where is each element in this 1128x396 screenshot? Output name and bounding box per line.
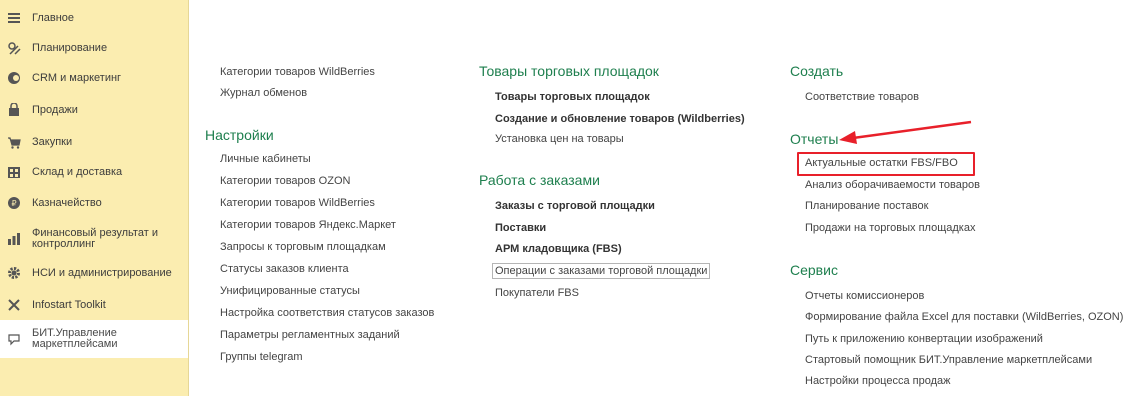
link-marketplace-requests[interactable]: Запросы к торговым площадкам <box>220 241 386 253</box>
section-title-create: Создать <box>790 63 844 79</box>
sidebar-item-purchases[interactable]: Закупки <box>0 127 188 157</box>
sidebar-item-bit-marketplaces[interactable]: БИТ.Управление маркетплейсами <box>0 320 188 358</box>
section-title-reports: Отчеты <box>790 131 839 147</box>
link-marketplace-goods[interactable]: Товары торговых площадок <box>495 91 650 103</box>
link-supply-planning[interactable]: Планирование поставок <box>805 200 928 212</box>
sidebar-item-label: Казначейство <box>32 196 102 209</box>
sidebar-item-label: НСИ и администрирование <box>32 266 172 279</box>
marketplace-icon <box>6 331 22 347</box>
link-image-converter-path[interactable]: Путь к приложению конвертации изображени… <box>805 333 1043 345</box>
section-title-service: Сервис <box>790 262 838 278</box>
tools-icon <box>6 297 22 313</box>
sidebar-item-label: CRM и маркетинг <box>32 71 122 84</box>
shopping-bag-icon <box>6 102 22 118</box>
sidebar-item-warehouse[interactable]: Склад и доставка <box>0 157 188 187</box>
money-icon: ₽ <box>6 195 22 211</box>
link-current-stock-fbs-fbo[interactable]: Актуальные остатки FBS/FBO <box>805 157 958 169</box>
sidebar-item-crm[interactable]: CRM и маркетинг <box>0 63 188 93</box>
cart-icon <box>6 134 22 150</box>
link-status-mapping[interactable]: Настройка соответствия статусов заказов <box>220 307 434 319</box>
red-arrow-annotation <box>839 120 972 144</box>
sidebar-item-label: Главное <box>32 11 75 24</box>
sidebar-item-infostart[interactable]: Infostart Toolkit <box>0 290 188 320</box>
link-client-order-statuses[interactable]: Статусы заказов клиента <box>220 263 349 275</box>
section-title-goods: Товары торговых площадок <box>479 63 659 79</box>
sidebar-item-sales[interactable]: Продажи <box>0 95 188 125</box>
link-unified-statuses[interactable]: Унифицированные статусы <box>220 285 360 297</box>
link-set-prices[interactable]: Установка цен на товары <box>495 133 624 145</box>
link-scheduled-jobs[interactable]: Параметры регламентных заданий <box>220 329 400 341</box>
link-start-assistant[interactable]: Стартовый помощник БИТ.Управление маркет… <box>805 354 1092 366</box>
link-order-operations[interactable]: Операции с заказами торговой площадки <box>492 263 711 279</box>
planning-icon <box>6 40 22 56</box>
sidebar-item-label: Закупки <box>32 135 73 148</box>
sidebar-item-label: Склад и доставка <box>32 165 123 178</box>
sidebar-item-planning[interactable]: Планирование <box>0 33 188 63</box>
section-title-settings: Настройки <box>205 127 274 143</box>
link-telegram-groups[interactable]: Группы telegram <box>220 351 303 363</box>
sidebar: Главное Планирование CRM и маркетинг Про… <box>0 0 189 396</box>
link-commission-reports[interactable]: Отчеты комиссионеров <box>805 290 924 302</box>
svg-text:₽: ₽ <box>11 199 16 208</box>
crm-icon <box>6 70 22 86</box>
menu-lines-icon <box>6 10 22 26</box>
sidebar-item-admin[interactable]: НСИ и администрирование <box>0 258 188 288</box>
link-yandex-categories[interactable]: Категории товаров Яндекс.Маркет <box>220 219 396 231</box>
link-sales-process-settings[interactable]: Настройки процесса продаж <box>805 375 951 387</box>
sidebar-item-label: Infostart Toolkit <box>32 298 106 311</box>
link-create-update-goods[interactable]: Создание и обновление товаров (Wildberri… <box>495 113 745 125</box>
link-fbs-buyers[interactable]: Покупатели FBS <box>495 287 579 299</box>
sidebar-item-label: БИТ.Управление маркетплейсами <box>32 327 118 350</box>
link-storekeeper-fbs[interactable]: АРМ кладовщика (FBS) <box>495 243 622 255</box>
sidebar-item-finance[interactable]: Финансовый результат и контроллинг <box>0 222 188 256</box>
link-goods-mapping[interactable]: Соответствие товаров <box>805 91 919 103</box>
link-accounts[interactable]: Личные кабинеты <box>220 153 311 165</box>
sidebar-item-label: Финансовый результат и контроллинг <box>32 227 158 250</box>
sidebar-item-label: Планирование <box>32 41 108 54</box>
warehouse-icon <box>6 164 22 180</box>
link-ozon-categories[interactable]: Категории товаров OZON <box>220 175 350 187</box>
link-wb-categories-2[interactable]: Категории товаров WildBerries <box>220 197 375 209</box>
link-turnover-analysis[interactable]: Анализ оборачиваемости товаров <box>805 179 980 191</box>
gear-icon <box>6 265 22 281</box>
bar-chart-icon <box>6 231 22 247</box>
section-title-orders: Работа с заказами <box>479 172 600 188</box>
sidebar-item-label: Продажи <box>32 103 78 116</box>
link-shipments[interactable]: Поставки <box>495 222 546 234</box>
link-excel-supply-file[interactable]: Формирование файла Excel для поставки (W… <box>805 311 1123 323</box>
sidebar-item-treasury[interactable]: ₽ Казначейство <box>0 188 188 218</box>
link-marketplace-orders[interactable]: Заказы с торговой площадки <box>495 200 655 212</box>
link-exchange-log[interactable]: Журнал обменов <box>220 87 307 99</box>
link-wb-categories[interactable]: Категории товаров WildBerries <box>220 66 375 78</box>
link-marketplace-sales[interactable]: Продажи на торговых площадках <box>805 222 975 234</box>
sidebar-item-main[interactable]: Главное <box>0 3 188 33</box>
